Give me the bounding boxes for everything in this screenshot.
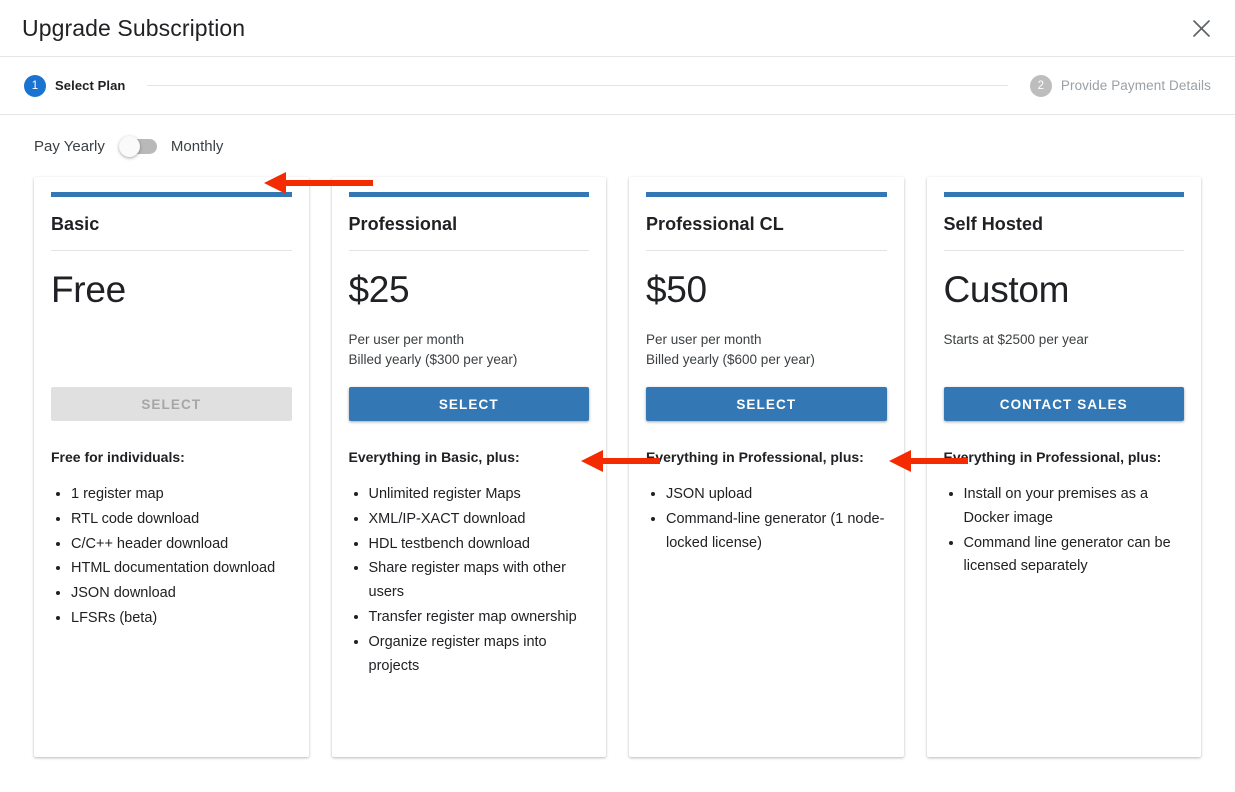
plan-feature-item: JSON download	[71, 582, 292, 606]
plan-feature-item: RTL code download	[71, 508, 292, 532]
plan-feature-heading: Everything in Basic, plus:	[348, 449, 520, 465]
plan-feature-item: Transfer register map ownership	[369, 606, 590, 630]
plan-card-professional[interactable]: Professional $25 Per user per month Bille…	[331, 177, 606, 757]
plan-feature-item: HDL testbench download	[369, 533, 590, 557]
plan-price-subtext: Per user per month Billed yearly ($600 pe…	[646, 330, 887, 371]
plan-feature-heading: Everything in Professional, plus:	[943, 449, 1162, 465]
plan-feature-item: C/C++ header download	[71, 533, 292, 557]
close-icon[interactable]	[1181, 8, 1221, 48]
plan-price-subtext: Per user per month Billed yearly ($300 pe…	[349, 330, 590, 371]
contact-sales-button[interactable]: CONTACT SALES	[943, 387, 1184, 421]
plan-name: Self Hosted	[943, 197, 1184, 251]
plan-price: Custom	[943, 269, 1070, 310]
stepper-step-provide-payment-details[interactable]: 2 Provide Payment Details	[1029, 74, 1211, 97]
plan-price-subtext-line: Per user per month	[646, 331, 762, 347]
plan-card-list: Basic Free SELECT Free for individuals: …	[0, 177, 1235, 757]
step-number-badge: 2	[1029, 74, 1052, 97]
plan-feature-list: JSON uploadCommand-line generator (1 nod…	[646, 483, 887, 556]
stepper: 1 Select Plan 2 Provide Payment Details	[0, 57, 1235, 115]
plan-price: $50	[646, 269, 707, 310]
monthly-label: Monthly	[170, 137, 224, 155]
plan-price-subtext-line: Per user per month	[348, 331, 465, 347]
stepper-connector-line	[147, 85, 1008, 86]
plan-price: $25	[348, 269, 410, 310]
close-glyph	[1192, 19, 1210, 37]
plan-feature-item: Command-line generator (1 node-locked li…	[666, 508, 887, 556]
select-button-professional-cl[interactable]: SELECT	[646, 387, 887, 421]
select-button-professional[interactable]: SELECT	[348, 387, 589, 421]
plan-card-professional-cl[interactable]: Professional CL $50 Per user per month Bi…	[629, 177, 904, 757]
step-label: Select Plan	[55, 78, 126, 93]
pay-yearly-label: Pay Yearly	[34, 137, 105, 155]
toggle-knob	[118, 135, 140, 157]
plan-feature-item: Command line generator can be licensed s…	[964, 532, 1185, 580]
plan-price-subtext-line: Billed yearly ($600 per year)	[646, 351, 815, 367]
plan-card-basic[interactable]: Basic Free SELECT Free for individuals: …	[34, 177, 309, 757]
plan-feature-item: XML/IP-XACT download	[369, 508, 590, 532]
plan-price-block: $50 Per user per month Billed yearly ($60…	[646, 251, 887, 387]
plan-feature-item: JSON upload	[666, 483, 887, 507]
select-button-basic[interactable]: SELECT	[51, 387, 292, 421]
plan-name: Professional	[348, 197, 589, 251]
plan-price-block: $25 Per user per month Billed yearly ($30…	[349, 251, 590, 387]
plan-feature-heading: Everything in Professional, plus:	[646, 449, 864, 465]
stepper-step-select-plan[interactable]: 1 Select Plan	[24, 74, 126, 97]
plan-feature-list: Unlimited register MapsXML/IP-XACT downl…	[349, 483, 590, 679]
plan-feature-list: Install on your premises as a Docker ima…	[944, 483, 1185, 580]
plan-feature-heading: Free for individuals:	[51, 449, 185, 465]
page-title: Upgrade Subscription	[22, 14, 246, 41]
plan-feature-item: 1 register map	[71, 483, 292, 507]
plan-price: Free	[51, 269, 126, 310]
pay-yearly-toggle[interactable]	[118, 135, 157, 157]
plan-price-subtext-line: Starts at $2500 per year	[943, 331, 1089, 347]
plan-price-block: Custom Starts at $2500 per year	[944, 251, 1185, 387]
plan-price-subtext-line: Billed yearly ($300 per year)	[348, 351, 518, 367]
step-number-badge: 1	[24, 74, 46, 97]
plan-feature-item: Share register maps with other users	[369, 557, 590, 605]
plan-feature-item: LFSRs (beta)	[71, 607, 292, 631]
dialog-header: Upgrade Subscription	[0, 0, 1235, 57]
plan-name: Basic	[51, 197, 292, 251]
billing-period-row: Pay Yearly Monthly	[0, 115, 1235, 177]
plan-feature-item: HTML documentation download	[71, 557, 292, 581]
plan-card-self-hosted[interactable]: Self Hosted Custom Starts at $2500 per y…	[926, 177, 1201, 757]
plan-name: Professional CL	[646, 197, 887, 251]
step-label: Provide Payment Details	[1060, 78, 1211, 93]
plan-feature-item: Install on your premises as a Docker ima…	[964, 483, 1185, 531]
plan-feature-item: Unlimited register Maps	[369, 483, 590, 507]
plan-price-block: Free	[51, 251, 292, 387]
plan-feature-item: Organize register maps into projects	[369, 631, 590, 679]
plan-price-subtext: Starts at $2500 per year	[944, 330, 1185, 350]
plan-feature-list: 1 register mapRTL code downloadC/C++ hea…	[51, 483, 292, 632]
